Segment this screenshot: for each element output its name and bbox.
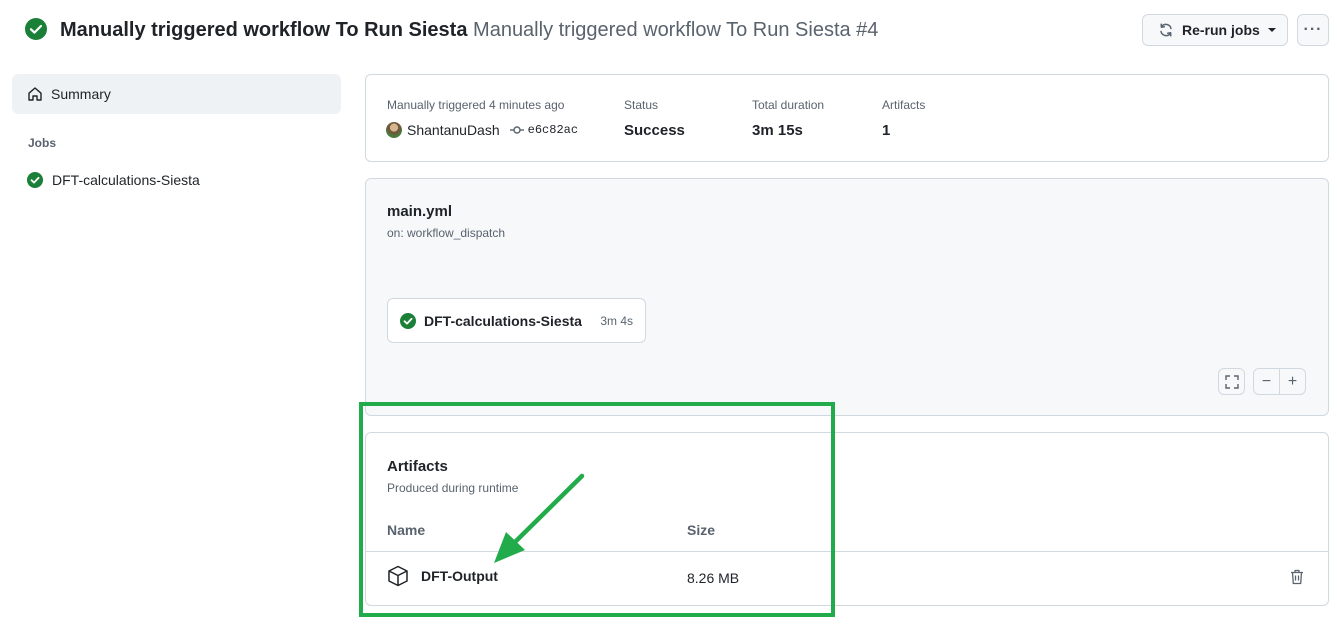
status-label: Status [624, 98, 659, 112]
workflow-trigger: on: workflow_dispatch [387, 226, 506, 240]
home-icon [28, 87, 42, 101]
caret-down-icon [1267, 28, 1276, 32]
trash-icon[interactable] [1290, 569, 1304, 585]
run-title: Manually triggered workflow To Run Siest… [473, 19, 879, 41]
duration-label: Total duration [752, 98, 825, 112]
fullscreen-button[interactable] [1218, 368, 1245, 395]
commit-sha: e6c82ac [527, 123, 579, 137]
workflow-title: Manually triggered workflow To Run Siest… [60, 19, 468, 41]
sidebar-job-label: DFT-calculations-Siesta [52, 172, 200, 188]
page-header: Manually triggered workflow To Run Siest… [0, 0, 1337, 60]
artifacts-count-label: Artifacts [882, 98, 926, 112]
success-check-icon [27, 172, 43, 188]
more-options-button[interactable]: ··· [1297, 14, 1329, 46]
kebab-icon: ··· [1303, 21, 1323, 38]
rerun-jobs-label: Re-run jobs [1182, 22, 1260, 38]
run-summary-card: Manually triggered 4 minutes ago Shantan… [365, 74, 1329, 162]
status-value: Success [624, 122, 685, 139]
annotation-highlight-box [359, 402, 835, 617]
job-node[interactable]: DFT-calculations-Siesta 3m 4s [387, 298, 646, 343]
avatar[interactable] [386, 122, 402, 138]
actor-name[interactable]: ShantanuDash [407, 122, 500, 138]
workflow-graph-card: main.yml on: workflow_dispatch DFT-calcu… [365, 178, 1329, 416]
sidebar-item-job[interactable]: DFT-calculations-Siesta [27, 172, 200, 188]
sidebar-item-summary[interactable]: Summary [12, 74, 341, 114]
success-check-icon [400, 312, 416, 329]
duration-value: 3m 15s [752, 122, 803, 139]
actor-info: ShantanuDash e6c82ac [386, 122, 578, 138]
zoom-in-button[interactable]: + [1279, 368, 1306, 395]
fullscreen-icon [1224, 374, 1239, 389]
sidebar-jobs-heading: Jobs [28, 136, 57, 150]
rerun-jobs-button[interactable]: Re-run jobs [1142, 14, 1288, 46]
page-title: Manually triggered workflow To Run Siest… [60, 18, 878, 42]
commit-link[interactable]: e6c82ac [509, 123, 579, 137]
trigger-label: Manually triggered 4 minutes ago [387, 98, 565, 112]
zoom-out-button[interactable]: − [1253, 368, 1280, 395]
job-node-label: DFT-calculations-Siesta [424, 312, 582, 329]
artifacts-count-value[interactable]: 1 [882, 122, 890, 139]
commit-icon [509, 126, 524, 134]
success-check-icon [25, 18, 47, 40]
sync-icon [1160, 23, 1172, 37]
job-node-duration: 3m 4s [600, 313, 633, 328]
sidebar-item-summary-label: Summary [51, 86, 111, 102]
workflow-file-name: main.yml [387, 203, 453, 220]
